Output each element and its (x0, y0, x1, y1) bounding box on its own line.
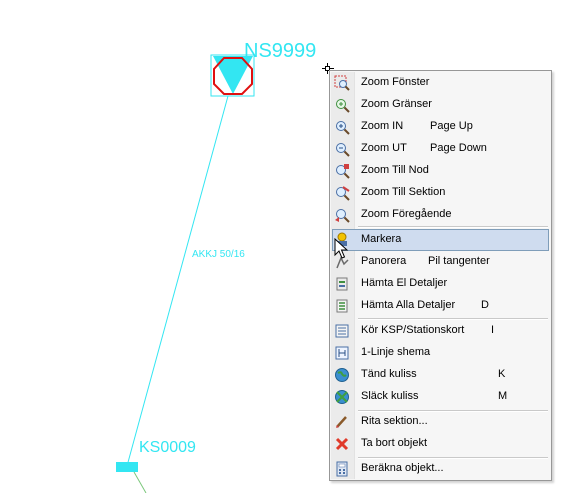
backdrop-on-icon (335, 368, 349, 382)
menu-item-backdrop-off[interactable]: Släck kuliss M (332, 386, 549, 408)
menu-item-label: Beräkna objekt... (361, 462, 444, 474)
zoom-previous-icon (335, 209, 350, 223)
menu-item-shortcut: Page Down (430, 142, 487, 154)
single-line-diagram-icon (335, 346, 349, 360)
draw-section-icon (336, 416, 347, 428)
menu-item-label: Rita sektion... (361, 415, 428, 427)
menu-item-shortcut: M (498, 390, 508, 402)
menu-item-zoom-in[interactable]: Zoom IN Page Up (332, 116, 549, 138)
menu-item-label: Zoom UT (361, 142, 407, 154)
menu-item-zoom-out[interactable]: Zoom UT Page Down (332, 138, 549, 160)
menu-item-label: Zoom Till Nod (361, 164, 429, 176)
zoom-out-icon (336, 143, 350, 157)
cable-line-continuation (133, 471, 147, 493)
fetch-all-details-icon (336, 299, 348, 313)
menu-item-zoom-window[interactable]: Zoom Fönster (332, 72, 549, 94)
zoom-extents-icon (336, 99, 350, 113)
menu-separator (358, 318, 548, 320)
fetch-details-icon (336, 277, 348, 291)
station-card-icon (335, 324, 349, 338)
menu-item-label: Zoom Gränser (361, 98, 432, 110)
menu-item-shortcut: K (498, 368, 506, 380)
menu-item-label: Ta bort objekt (361, 437, 428, 449)
menu-item-shortcut: D (481, 299, 489, 311)
menu-item-label: Markera (361, 233, 402, 245)
menu-item-label: Panorera (361, 255, 407, 267)
cable-line[interactable] (126, 95, 229, 467)
menu-item-delete-object[interactable]: Ta bort objekt (332, 433, 549, 455)
zoom-to-node-icon (336, 164, 350, 179)
menu-item-zoom-to-section[interactable]: Zoom Till Sektion (332, 182, 549, 204)
menu-item-label: Zoom Föregående (361, 208, 452, 220)
station-node-ks0009[interactable] (116, 462, 138, 472)
context-menu: Zoom Fönster Zoom Gränser Zoom IN Page U… (329, 70, 552, 481)
menu-item-label: Zoom Till Sektion (361, 186, 446, 198)
menu-separator (358, 226, 548, 228)
menu-item-zoom-to-node[interactable]: Zoom Till Nod (332, 160, 549, 182)
cable-label: AKKJ 50/16 (192, 249, 245, 260)
menu-item-label: Hämta El Detaljer (361, 277, 448, 289)
menu-item-fetch-all-details[interactable]: Hämta Alla Detaljer D (332, 295, 549, 317)
menu-item-zoom-extents[interactable]: Zoom Gränser (332, 94, 549, 116)
menu-item-pan[interactable]: Panorera Pil tangenter (332, 251, 549, 273)
menu-item-station-card[interactable]: Kör KSP/Stationskort I (332, 320, 549, 342)
menu-item-shortcut: Pil tangenter (428, 255, 490, 267)
menu-item-shortcut: I (491, 324, 495, 336)
menu-item-calculate-object[interactable]: Beräkna objekt... (332, 458, 549, 480)
menu-item-label: 1-Linje shema (361, 346, 431, 358)
mouse-pointer-icon (334, 238, 349, 259)
node-label-ns9999: NS9999 (244, 40, 317, 62)
menu-item-label: Tänd kuliss (361, 368, 417, 380)
menu-item-label: Hämta Alla Detaljer (361, 299, 456, 311)
zoom-to-section-icon (336, 186, 350, 201)
menu-item-zoom-previous[interactable]: Zoom Föregående (332, 204, 549, 226)
menu-item-label: Zoom IN (361, 120, 404, 132)
menu-item-draw-section[interactable]: Rita sektion... (332, 411, 549, 433)
node-label-ks0009: KS0009 (139, 439, 196, 456)
backdrop-off-icon (335, 390, 349, 404)
menu-item-backdrop-on[interactable]: Tänd kuliss K (332, 364, 549, 386)
calculate-object-icon (336, 461, 348, 477)
menu-item-single-line-diagram[interactable]: 1-Linje shema (332, 342, 549, 364)
zoom-window-icon (334, 75, 350, 91)
menu-item-shortcut: Page Up (430, 120, 473, 132)
delete-object-icon (335, 437, 349, 451)
zoom-in-icon (336, 121, 350, 135)
menu-item-label: Zoom Fönster (361, 76, 430, 88)
menu-item-label: Släck kuliss (361, 390, 419, 402)
menu-item-label: Kör KSP/Stationskort (361, 324, 465, 336)
menu-item-fetch-details[interactable]: Hämta El Detaljer (332, 273, 549, 295)
menu-item-select[interactable]: Markera (332, 229, 549, 251)
